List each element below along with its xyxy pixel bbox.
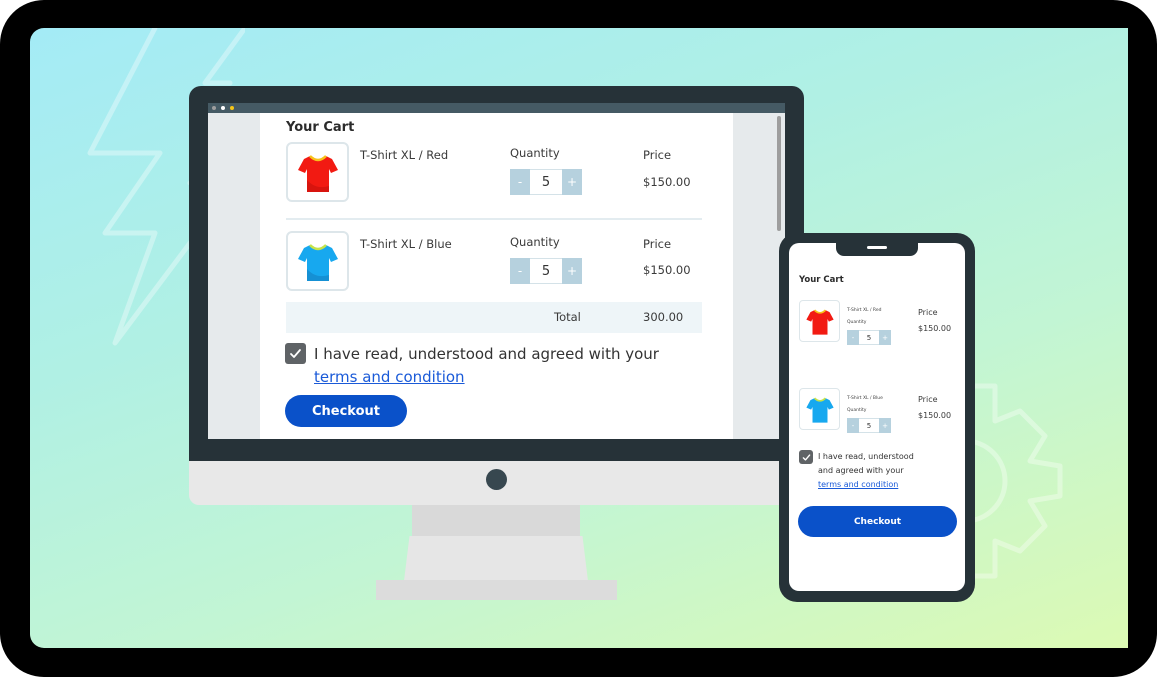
item-price: $150.00 — [918, 411, 952, 420]
product-image-blue-tshirt[interactable] — [799, 388, 840, 430]
agree-statement-line2: and agreed with your — [818, 466, 904, 475]
phone-notch — [836, 243, 918, 256]
agree-statement: I have read, understood and agreed with … — [314, 345, 659, 363]
agree-checkbox[interactable] — [285, 343, 306, 364]
total-row: Total 300.00 — [286, 302, 702, 333]
monitor-chin — [189, 461, 781, 505]
product-image-blue-tshirt[interactable] — [286, 231, 349, 291]
phone-speaker — [867, 246, 887, 249]
agree-checkbox[interactable] — [799, 450, 813, 464]
quantity-stepper: - 5 + — [847, 418, 891, 433]
mobile-phone: Your Cart T-Shirt XL / Red Quantity - 5 … — [779, 233, 975, 602]
increment-button[interactable]: + — [562, 258, 582, 284]
terms-link[interactable]: terms and condition — [314, 368, 465, 386]
item-price: $150.00 — [643, 263, 691, 277]
item-price: $150.00 — [643, 175, 691, 189]
quantity-input[interactable]: 5 — [530, 258, 562, 284]
agree-statement-line1: I have read, understood — [818, 452, 914, 461]
item-price: $150.00 — [918, 324, 952, 333]
decrement-button[interactable]: - — [847, 330, 859, 345]
quantity-label: Quantity — [847, 320, 867, 325]
terms-link[interactable]: terms and condition — [818, 480, 898, 489]
agree-text: I have read, understood and agreed with … — [818, 450, 938, 492]
quantity-input[interactable]: 5 — [859, 330, 879, 345]
mobile-screen: Your Cart T-Shirt XL / Red Quantity - 5 … — [789, 243, 965, 591]
window-dot-minimize[interactable] — [221, 106, 225, 110]
cart-title: Your Cart — [799, 275, 844, 285]
quantity-input[interactable]: 5 — [530, 169, 562, 195]
quantity-stepper: - 5 + — [510, 169, 582, 195]
quantity-stepper: - 5 + — [510, 258, 582, 284]
browser-title-bar — [208, 103, 785, 113]
price-label: Price — [643, 237, 672, 251]
decrement-button[interactable]: - — [510, 169, 530, 195]
increment-button[interactable]: + — [562, 169, 582, 195]
price-label: Price — [918, 308, 938, 317]
cart-title: Your Cart — [286, 120, 355, 135]
red-tshirt-icon — [805, 309, 834, 335]
price-label: Price — [918, 395, 938, 404]
monitor-stand — [404, 536, 588, 581]
product-image-red-tshirt[interactable] — [799, 300, 840, 342]
scrollbar-thumb[interactable] — [777, 116, 781, 231]
quantity-label: Quantity — [510, 146, 560, 160]
checkmark-icon — [290, 349, 301, 358]
checkout-button[interactable]: Checkout — [798, 506, 957, 537]
window-dot-maximize[interactable] — [230, 106, 234, 110]
quantity-label: Quantity — [510, 235, 560, 249]
checkout-button[interactable]: Checkout — [285, 395, 407, 427]
item-name: T-Shirt XL / Blue — [360, 237, 452, 251]
item-name: T-Shirt XL / Red — [847, 308, 882, 313]
quantity-input[interactable]: 5 — [859, 418, 879, 433]
increment-button[interactable]: + — [879, 330, 891, 345]
monitor-stand-base — [376, 580, 617, 600]
blue-tshirt-icon — [297, 244, 338, 281]
decrement-button[interactable]: - — [510, 258, 530, 284]
monitor-stand-neck — [412, 505, 580, 536]
agree-text: I have read, understood and agreed with … — [314, 343, 694, 389]
total-label: Total — [554, 310, 581, 324]
total-value: 300.00 — [643, 310, 684, 324]
item-name: T-Shirt XL / Blue — [847, 396, 883, 401]
monitor-logo-dot — [486, 469, 507, 490]
quantity-stepper: - 5 + — [847, 330, 891, 345]
desktop-browser-window: Your Cart T-Shirt XL / Red Quantity - 5 … — [208, 103, 785, 439]
decrement-button[interactable]: - — [847, 418, 859, 433]
window-dot-close[interactable] — [212, 106, 216, 110]
item-name: T-Shirt XL / Red — [360, 148, 449, 162]
price-label: Price — [643, 148, 672, 162]
checkmark-icon — [802, 453, 810, 461]
item-divider — [286, 218, 702, 220]
increment-button[interactable]: + — [879, 418, 891, 433]
product-image-red-tshirt[interactable] — [286, 142, 349, 202]
quantity-label: Quantity — [847, 408, 867, 413]
blue-tshirt-icon — [805, 397, 834, 423]
red-tshirt-icon — [297, 155, 338, 192]
